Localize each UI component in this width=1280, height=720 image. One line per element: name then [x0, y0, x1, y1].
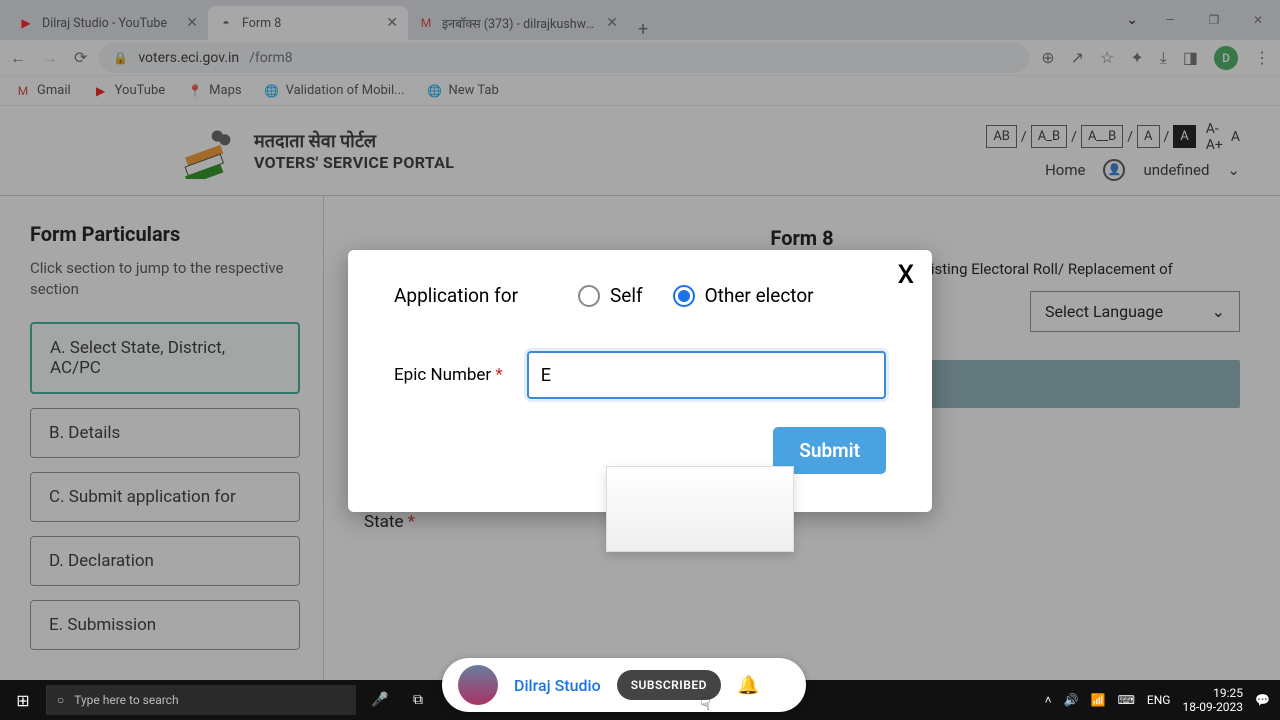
notifications-icon[interactable]: 💬	[1255, 693, 1270, 707]
radio-other-elector[interactable]: Other elector	[673, 284, 814, 307]
autocomplete-dropdown[interactable]	[606, 466, 794, 552]
modal-close-button[interactable]: X	[898, 260, 914, 290]
radio-icon-selected	[673, 285, 695, 307]
taskbar-search[interactable]: ○ Type here to search	[46, 685, 356, 715]
radio-self[interactable]: Self	[578, 284, 643, 307]
clock[interactable]: 19:25 18-09-2023	[1182, 686, 1243, 715]
modal-overlay: X Application for Self Other elector Epi…	[0, 0, 1280, 720]
volume-icon[interactable]: 🔊	[1064, 693, 1079, 707]
search-placeholder: Type here to search	[74, 693, 178, 707]
channel-avatar	[458, 665, 498, 705]
cursor-icon: ☟	[700, 694, 711, 715]
start-button[interactable]: ⊞	[0, 691, 46, 710]
bell-icon[interactable]: 🔔	[737, 675, 759, 696]
language-indicator[interactable]: ENG	[1147, 693, 1171, 707]
required-marker: *	[495, 365, 502, 385]
youtube-subscribe-pill: Dilraj Studio SUBSCRIBED 🔔 ☟	[442, 658, 806, 712]
search-icon: ○	[57, 693, 64, 707]
radio-label: Self	[610, 284, 643, 307]
keyboard-icon[interactable]: ⌨	[1118, 693, 1135, 707]
task-view-icon[interactable]: ⧉	[404, 686, 432, 714]
date-text: 18-09-2023	[1182, 700, 1243, 714]
mic-icon[interactable]: 🎤	[366, 686, 394, 714]
epic-number-input[interactable]	[527, 351, 886, 399]
radio-icon	[578, 285, 600, 307]
application-for-label: Application for	[394, 284, 518, 307]
wifi-icon[interactable]: 📶	[1091, 693, 1106, 707]
tray-chevron-icon[interactable]: ˄	[1045, 693, 1052, 707]
radio-label: Other elector	[705, 284, 814, 307]
time-text: 19:25	[1182, 686, 1243, 700]
channel-name: Dilraj Studio	[514, 676, 601, 695]
epic-number-label: Epic Number	[394, 365, 491, 385]
